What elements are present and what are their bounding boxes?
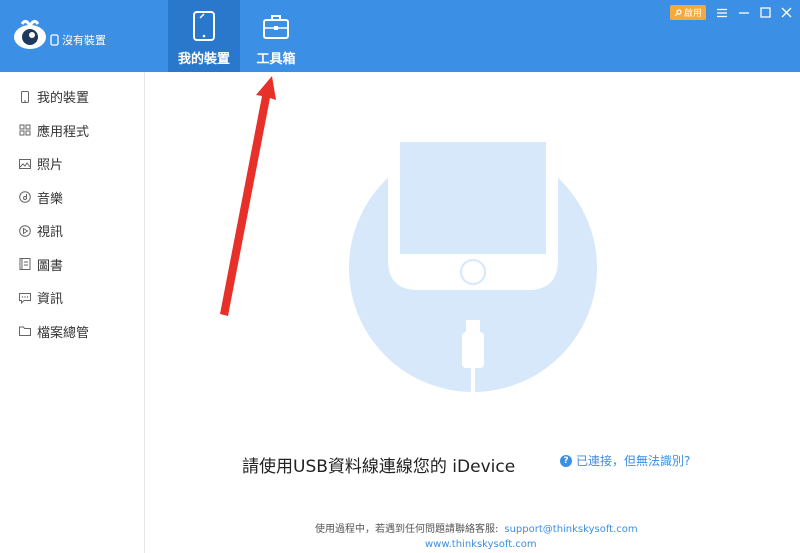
sidebar-item-file-manager[interactable]: 檔案總管 <box>0 315 144 349</box>
sidebar-item-label: 音樂 <box>37 191 64 207</box>
sidebar-item-label: 檔案總管 <box>37 325 90 341</box>
sidebar-item-label: 資訊 <box>37 292 64 308</box>
activate-button[interactable]: 啟用 <box>669 5 706 20</box>
key-icon <box>674 8 682 16</box>
app-logo-icon <box>14 19 46 49</box>
menu-icon[interactable] <box>716 8 728 18</box>
tab-my-device[interactable]: 我的裝置 <box>168 0 240 72</box>
help-link-text[interactable]: 已連接，但無法識別? <box>576 452 690 469</box>
minimize-icon[interactable] <box>738 8 750 18</box>
phone-icon <box>193 11 215 41</box>
tab-label: 工具箱 <box>256 52 296 67</box>
sidebar-item-photos[interactable]: 照片 <box>0 147 144 181</box>
main-content: 請使用USB資料線連線您的 iDevice ? 已連接，但無法識別? 使用過程中… <box>145 72 800 553</box>
sidebar-item-my-device[interactable]: 我的裝置 <box>0 80 144 114</box>
device-status-text: 沒有裝置 <box>62 34 106 47</box>
sidebar-item-music[interactable]: 音樂 <box>0 181 144 215</box>
support-text-label: 使用過程中，若遇到任何問題請聯絡客服: <box>315 524 499 535</box>
video-icon <box>19 224 31 237</box>
tab-toolbox[interactable]: 工具箱 <box>240 0 312 72</box>
top-bar: 沒有裝置 我的裝置 工具箱 啟用 <box>0 0 800 72</box>
sidebar-item-video[interactable]: 視訊 <box>0 214 144 248</box>
support-text: 使用過程中，若遇到任何問題請聯絡客服: support@thinkskysoft.… <box>315 520 638 535</box>
sidebar-item-label: 我的裝置 <box>37 91 90 107</box>
connect-prompt: 請使用USB資料線連線您的 iDevice <box>242 457 516 477</box>
phone-small-icon <box>50 34 59 46</box>
help-link[interactable]: ? 已連接，但無法識別? <box>560 452 690 469</box>
photo-icon <box>19 158 31 169</box>
activate-label: 啟用 <box>683 9 702 19</box>
maximize-icon[interactable] <box>760 7 771 18</box>
sidebar: 我的裝置 應用程式 照片 音樂 視訊 圖書 資訊 檔案總管 <box>0 72 145 553</box>
music-icon <box>19 191 31 204</box>
device-status: 沒有裝置 <box>50 32 106 48</box>
sidebar-item-label: 圖書 <box>37 258 64 274</box>
connect-device-illustration <box>349 142 597 394</box>
sidebar-item-apps[interactable]: 應用程式 <box>0 114 144 148</box>
message-icon <box>19 292 31 304</box>
sidebar-item-label: 應用程式 <box>37 124 90 140</box>
toolbox-icon <box>263 15 289 39</box>
sidebar-item-label: 照片 <box>37 158 64 174</box>
sidebar-item-messages[interactable]: 資訊 <box>0 281 144 315</box>
folder-icon <box>19 326 31 337</box>
device-icon <box>21 90 29 103</box>
sidebar-item-label: 視訊 <box>37 225 64 241</box>
book-icon <box>19 258 31 271</box>
window-controls: 啟用 <box>669 5 792 20</box>
support-email-link[interactable]: support@thinkskysoft.com <box>504 524 637 535</box>
website-link[interactable]: www.thinkskysoft.com <box>425 539 537 550</box>
sidebar-item-books[interactable]: 圖書 <box>0 248 144 282</box>
apps-icon <box>19 124 31 136</box>
close-icon[interactable] <box>781 7 792 18</box>
tab-label: 我的裝置 <box>177 52 230 67</box>
question-icon: ? <box>560 454 572 467</box>
